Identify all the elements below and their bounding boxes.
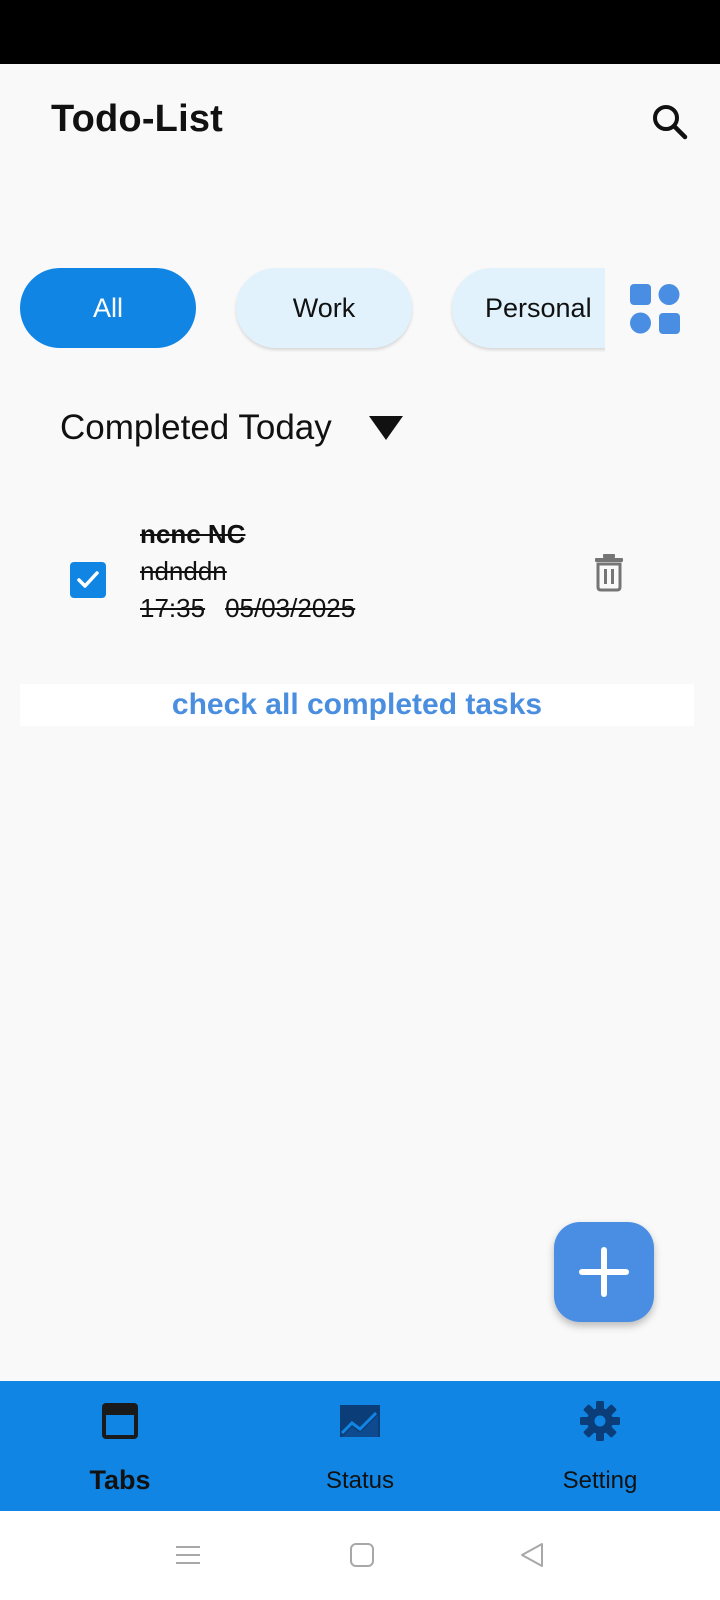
gear-icon <box>580 1401 620 1441</box>
app-title: Todo-List <box>51 98 224 140</box>
delete-task-button[interactable] <box>592 552 626 592</box>
add-task-button[interactable] <box>554 1222 654 1322</box>
checkmark-icon <box>77 571 99 588</box>
plus-icon <box>579 1247 629 1297</box>
task-time: 17:35 <box>140 593 206 623</box>
completed-today-header[interactable]: Completed Today <box>60 408 404 448</box>
section-title: Completed Today <box>60 408 332 447</box>
dropdown-arrow-icon <box>368 416 403 440</box>
filter-chip-label: Personal <box>485 292 592 323</box>
task-content: ncnc NC ndnddn 17:35 05/03/2025 <box>140 516 355 627</box>
nav-label-setting: Setting <box>562 1467 638 1494</box>
filter-chip-scroller: Personal <box>449 264 605 356</box>
filter-chip-personal[interactable]: Personal <box>452 268 605 348</box>
trash-icon <box>595 554 623 592</box>
back-icon[interactable] <box>518 1541 546 1569</box>
nav-label-status: Status <box>325 1467 395 1494</box>
task-item[interactable]: ncnc NC ndnddn 17:35 05/03/2025 <box>0 510 720 630</box>
system-navigation-bar <box>0 1511 720 1600</box>
grid-view-icon <box>630 284 680 334</box>
bottom-navigation: Tabs Status Setting <box>0 1381 720 1511</box>
task-description: ndnddn <box>140 556 227 586</box>
task-datetime: 17:35 05/03/2025 <box>140 590 355 627</box>
filter-chip-label: All <box>92 292 123 323</box>
nav-tab-setting[interactable]: Setting <box>480 1381 720 1511</box>
search-button[interactable] <box>646 98 694 146</box>
filter-chip-work[interactable]: Work <box>236 268 412 348</box>
nav-tab-tabs[interactable]: Tabs <box>0 1381 240 1511</box>
home-icon[interactable] <box>348 1541 376 1569</box>
filter-chip-label: Work <box>292 292 356 323</box>
task-date: 05/03/2025 <box>225 593 356 623</box>
task-title: ncnc NC <box>140 519 246 549</box>
nav-tab-status[interactable]: Status <box>240 1381 480 1511</box>
chart-icon <box>340 1405 380 1437</box>
tabs-icon <box>102 1403 138 1439</box>
recents-menu-icon[interactable] <box>174 1541 202 1569</box>
check-all-completed-link[interactable]: check all completed tasks <box>20 684 694 726</box>
grid-view-button[interactable] <box>628 282 682 336</box>
nav-label-tabs: Tabs <box>89 1465 151 1495</box>
search-icon <box>653 105 688 140</box>
status-bar <box>0 0 720 64</box>
task-checkbox[interactable] <box>70 562 106 598</box>
filter-chip-all[interactable]: All <box>20 268 196 348</box>
